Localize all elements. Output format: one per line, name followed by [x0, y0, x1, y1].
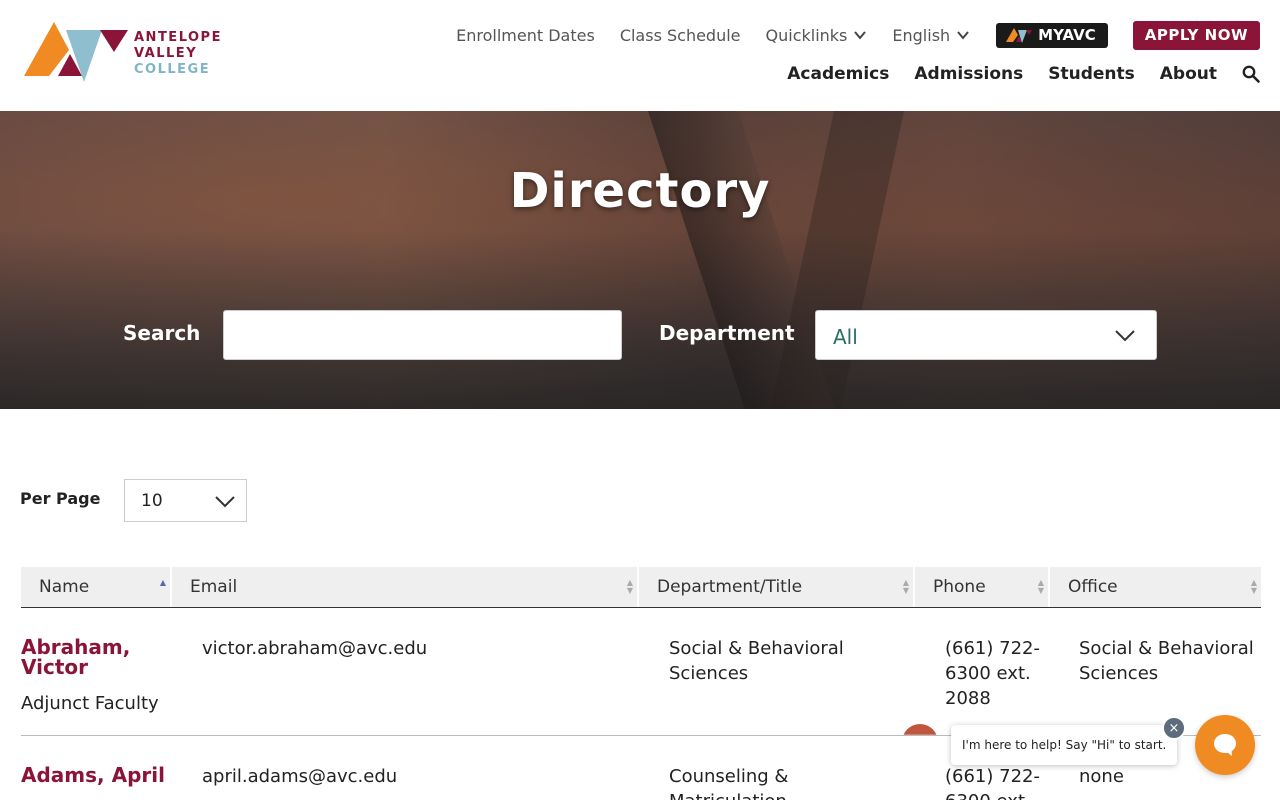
chat-avatar: [902, 724, 938, 735]
logo-wordmark: ANTELOPE VALLEY COLLEGE: [134, 30, 222, 78]
column-header-label: Department/Title: [657, 577, 803, 597]
nav-academics[interactable]: Academics: [787, 64, 889, 84]
department-line: Counseling &: [669, 766, 789, 787]
office-cell: Social & Behavioral Sciences: [1079, 636, 1254, 686]
name-cell: Abraham, Victor: [21, 637, 130, 677]
office-line: Social & Behavioral: [1079, 638, 1254, 659]
department-selected-value: All: [833, 325, 858, 349]
search-icon[interactable]: [1242, 65, 1260, 83]
nav-about[interactable]: About: [1160, 64, 1217, 84]
apply-now-button[interactable]: APPLY NOW: [1132, 20, 1260, 50]
person-name-line: Victor: [21, 655, 89, 679]
column-header-email[interactable]: Email ▲ ▼: [172, 567, 639, 607]
phone-line: (661) 722-: [945, 766, 1040, 787]
main-nav: Academics Admissions Students About: [762, 64, 1260, 84]
search-input[interactable]: [223, 310, 622, 360]
nav-admissions[interactable]: Admissions: [914, 64, 1023, 84]
avc-mini-logo-icon: [1006, 28, 1033, 43]
quicklinks-dropdown[interactable]: Quicklinks: [766, 26, 868, 45]
column-header-name[interactable]: Name ▲: [21, 567, 172, 607]
chat-launcher-button[interactable]: [1195, 715, 1255, 775]
person-name-line: Abraham,: [21, 635, 131, 659]
column-header-label: Phone: [933, 577, 986, 597]
chat-close-button[interactable]: ×: [1162, 716, 1186, 740]
per-page-selected-value: 10: [141, 490, 163, 511]
column-header-label: Email: [190, 577, 238, 597]
chevron-down-icon: [957, 31, 969, 40]
chat-bubble-icon: [1214, 734, 1236, 756]
utility-nav: Enrollment Dates Class Schedule Quicklin…: [431, 20, 1260, 50]
directory-table-header: Name ▲ Email ▲ ▼ Department/Title ▲ ▼ Phon…: [21, 567, 1261, 608]
column-header-department[interactable]: Department/Title ▲ ▼: [639, 567, 915, 607]
language-dropdown[interactable]: English: [892, 26, 970, 45]
department-cell: Counseling & Matriculation: [669, 764, 788, 800]
phone-line: (661) 722-: [945, 638, 1040, 659]
myavc-label: MYAVC: [1038, 26, 1096, 44]
quicklinks-label: Quicklinks: [765, 25, 848, 45]
phone-cell: (661) 722- 6300 ext. 2088: [945, 636, 1040, 711]
person-title: Adjunct Faculty: [21, 693, 159, 714]
chevron-down-icon: [854, 31, 867, 40]
department-line: Matriculation: [669, 789, 788, 800]
name-cell: Adams, April: [21, 765, 165, 785]
directory-hero: Directory Search Department All: [0, 111, 1280, 409]
department-cell: Social & Behavioral Sciences: [669, 636, 844, 686]
column-header-phone[interactable]: Phone ▲ ▼: [915, 567, 1050, 607]
site-header: ANTELOPE VALLEY COLLEGE Enrollment Dates…: [0, 0, 1280, 111]
page-title: Directory: [509, 163, 771, 219]
enrollment-dates-link[interactable]: Enrollment Dates: [456, 26, 595, 45]
myavc-button[interactable]: MYAVC: [996, 22, 1108, 48]
search-label: Search: [123, 321, 201, 345]
sort-icon: ▲ ▼: [1037, 578, 1044, 595]
nav-students[interactable]: Students: [1048, 64, 1135, 84]
office-cell: none: [1079, 766, 1124, 787]
phone-line: 6300 ext.: [945, 789, 1040, 800]
avc-logo[interactable]: ANTELOPE VALLEY COLLEGE: [24, 20, 224, 86]
phone-line: 2088: [945, 688, 991, 709]
column-header-label: Office: [1068, 577, 1118, 597]
phone-line: 6300 ext.: [945, 663, 1031, 684]
department-line: Social & Behavioral: [669, 638, 844, 659]
chevron-down-icon: [215, 495, 235, 507]
sort-icon: ▲ ▼: [1250, 578, 1257, 595]
logo-line-1: ANTELOPE: [134, 30, 222, 45]
person-name-link[interactable]: Adams, April: [21, 765, 165, 785]
department-line: Sciences: [669, 663, 749, 684]
chevron-down-icon: [1115, 330, 1135, 342]
person-name-link[interactable]: Abraham, Victor: [21, 637, 130, 677]
phone-cell: (661) 722- 6300 ext.: [945, 764, 1040, 800]
per-page-label: Per Page: [20, 489, 101, 508]
office-line: Sciences: [1079, 663, 1159, 684]
sort-asc-icon: ▲: [159, 578, 166, 587]
column-header-office[interactable]: Office ▲ ▼: [1050, 567, 1261, 607]
sort-icon: ▲ ▼: [626, 578, 633, 595]
department-select[interactable]: All: [815, 310, 1157, 360]
email-link[interactable]: april.adams@avc.edu: [202, 764, 397, 789]
avc-logo-mark-icon: [24, 22, 128, 82]
sort-icon: ▲ ▼: [902, 578, 909, 595]
language-label: English: [892, 25, 951, 45]
column-header-label: Name: [39, 577, 90, 597]
email-link[interactable]: victor.abraham@avc.edu: [202, 636, 427, 661]
class-schedule-link[interactable]: Class Schedule: [620, 26, 741, 45]
per-page-select[interactable]: 10: [124, 479, 247, 522]
logo-line-3: COLLEGE: [134, 62, 211, 77]
chat-greeting-bubble[interactable]: I'm here to help! Say "Hi" to start.: [951, 725, 1177, 765]
department-label: Department: [659, 321, 795, 345]
logo-line-2: VALLEY: [134, 46, 198, 61]
